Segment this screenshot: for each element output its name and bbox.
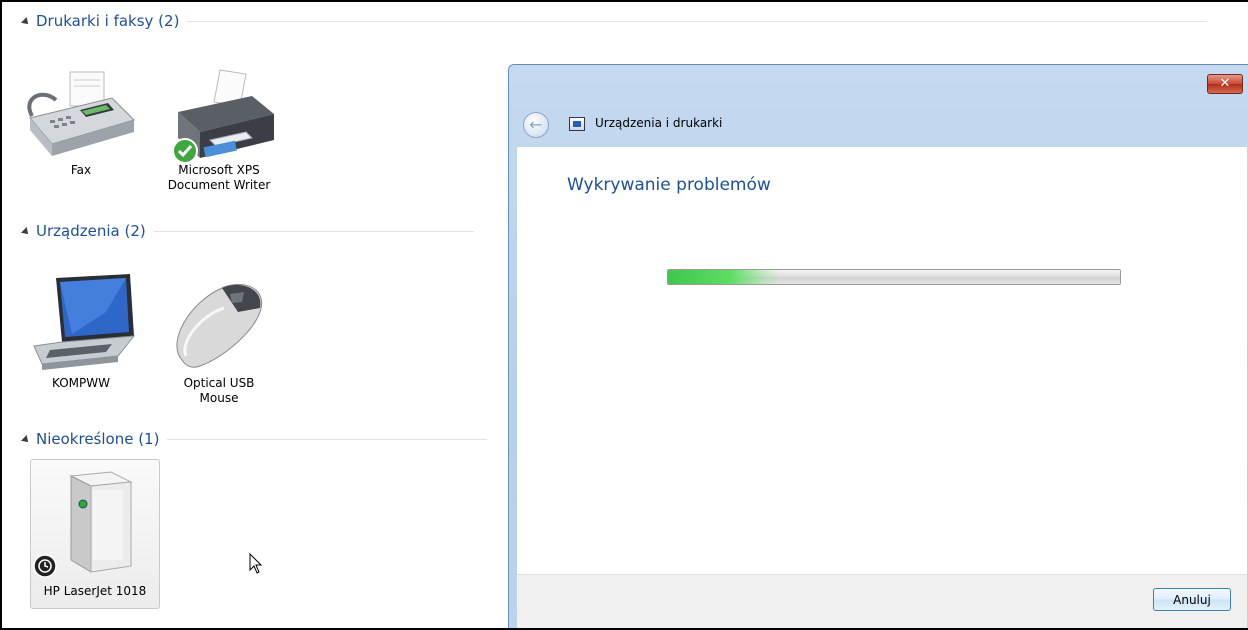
device-xps-writer[interactable]: Microsoft XPS Document Writer (160, 68, 278, 193)
fax-icon (22, 68, 140, 163)
back-arrow-icon[interactable]: ← (523, 112, 549, 138)
mouse-cursor-icon (249, 553, 263, 574)
group-header-printers[interactable]: Drukarki i faksy (2) (21, 10, 1208, 32)
printer-icon (160, 68, 278, 164)
cancel-button[interactable]: Anuluj (1153, 588, 1231, 611)
dialog-heading: Wykrywanie problemów (567, 175, 771, 195)
laptop-icon (22, 272, 140, 370)
device-hp-laserjet[interactable]: HP LaserJet 1018 (30, 459, 160, 609)
checkmark-icon (172, 138, 198, 164)
device-label: HP LaserJet 1018 (43, 584, 147, 598)
group-divider (167, 438, 488, 440)
progress-fill (668, 270, 781, 284)
collapse-triangle-icon[interactable] (21, 435, 31, 445)
device-computer[interactable]: KOMPWW (22, 272, 140, 391)
group-header-devices[interactable]: Urządzenia (2) (21, 220, 474, 242)
device-label-line1: Microsoft XPS (178, 163, 260, 177)
device-label: KOMPWW (52, 376, 110, 390)
device-label-line1: Optical USB (183, 376, 255, 390)
troubleshoot-dialog: ✕ ← Urządzenia i drukarki Wykrywanie pro… (508, 64, 1248, 628)
group-label: Urządzenia (2) (36, 222, 146, 240)
clock-icon (33, 554, 57, 578)
device-mouse[interactable]: Optical USB Mouse (160, 272, 278, 406)
group-header-unspecified[interactable]: Nieokreślone (1) (21, 428, 488, 450)
dialog-content: Wykrywanie problemów (517, 147, 1247, 574)
collapse-triangle-icon[interactable] (21, 17, 31, 27)
tower-device-icon (31, 460, 159, 580)
progress-bar (667, 269, 1121, 285)
device-label: Fax (70, 163, 92, 177)
devices-and-printers-window: Drukarki i faksy (2) Fax Microsoft XPS D… (0, 0, 1248, 630)
device-label-line2: Mouse (199, 391, 239, 405)
group-label: Drukarki i faksy (2) (36, 12, 180, 30)
dialog-title: Urządzenia i drukarki (595, 116, 723, 130)
collapse-triangle-icon[interactable] (21, 227, 31, 237)
group-label: Nieokreślone (1) (36, 430, 160, 448)
close-button[interactable]: ✕ (1207, 74, 1243, 94)
group-divider (153, 230, 474, 232)
group-divider (187, 20, 1208, 22)
dialog-footer: Anuluj (517, 574, 1247, 628)
device-fax[interactable]: Fax (22, 68, 140, 178)
mouse-icon (160, 272, 278, 368)
devices-printers-icon (569, 117, 585, 131)
device-label-line2: Document Writer (167, 178, 271, 192)
